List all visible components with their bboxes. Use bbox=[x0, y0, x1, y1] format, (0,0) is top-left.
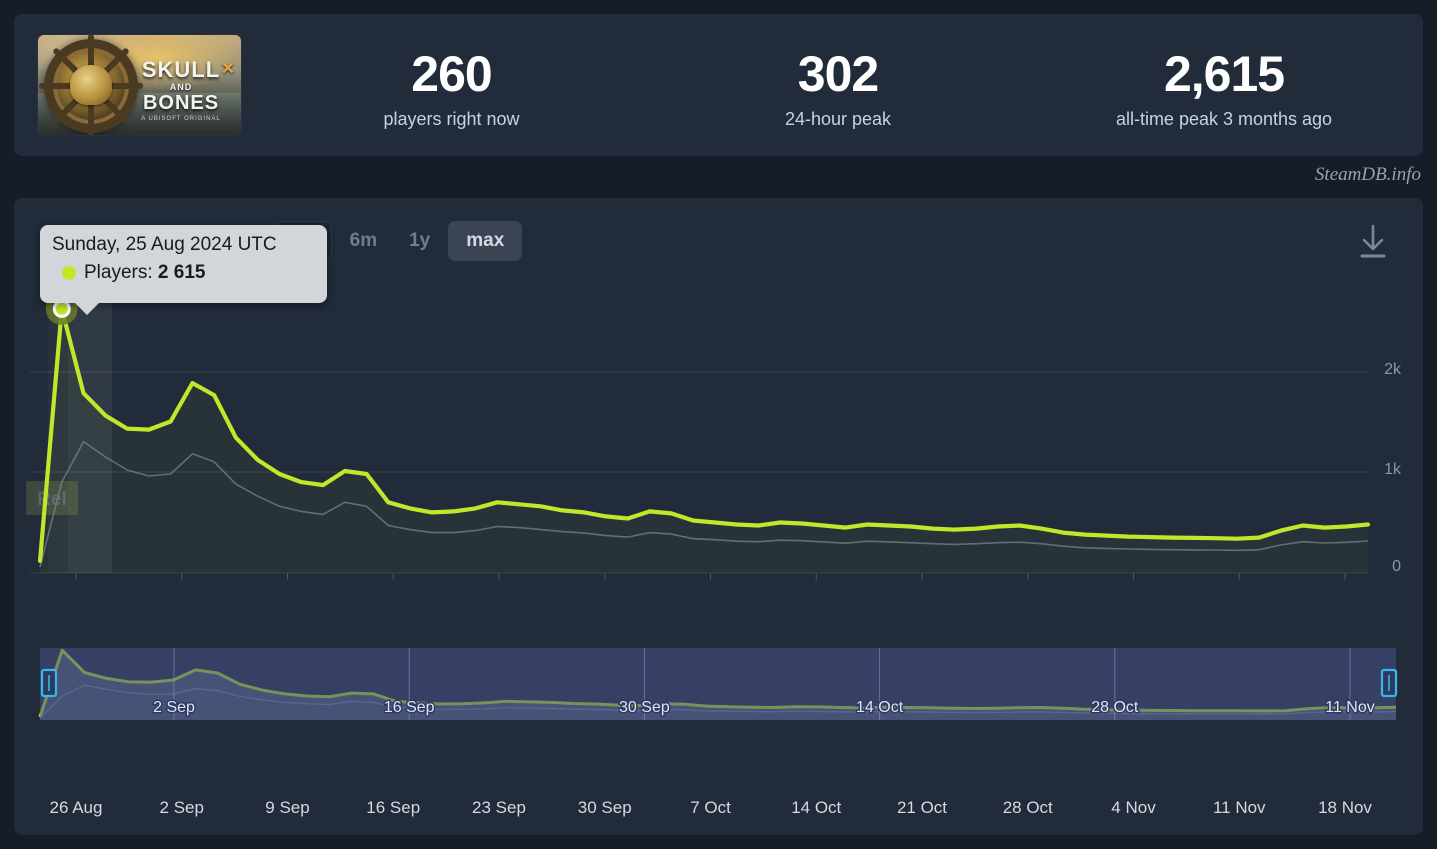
crossed-bones-icon: ✕ bbox=[220, 59, 235, 78]
svg-text:2 Sep: 2 Sep bbox=[153, 699, 195, 716]
stat-value: 302 bbox=[797, 46, 879, 102]
x-axis-tick-9: 21 Oct bbox=[896, 798, 948, 817]
x-axis-tick-5: 23 Sep bbox=[472, 798, 526, 817]
tooltip-date: Sunday, 25 Aug 2024 UTC bbox=[52, 234, 277, 255]
stat-label: 24-hour peak bbox=[784, 108, 892, 129]
game-logo-skull: SKULL bbox=[141, 57, 221, 82]
steamdb-app-page: SKULL AND BONES A UBISOFT ORIGINAL ✕ 260… bbox=[0, 0, 1437, 849]
x-axis-tick-8: 14 Oct bbox=[791, 798, 842, 817]
x-axis-tick-2: 2 Sep bbox=[159, 798, 204, 817]
x-axis-tick-3: 9 Sep bbox=[265, 798, 310, 817]
tooltip-series-label: Players: bbox=[84, 262, 153, 283]
steamdb-watermark: SteamDB.info bbox=[1314, 164, 1421, 185]
skull-icon bbox=[70, 65, 112, 105]
tooltip-series-dot bbox=[62, 266, 76, 280]
tooltip-series-value: 2 615 bbox=[157, 262, 206, 283]
svg-text:30 Sep: 30 Sep bbox=[619, 699, 670, 716]
svg-text:11 Nov: 11 Nov bbox=[1325, 699, 1375, 716]
x-axis-tick-11: 4 Nov bbox=[1111, 798, 1156, 817]
x-axis-tick-7: 7 Oct bbox=[690, 798, 731, 817]
stat-players-right-now: 260 players right now bbox=[269, 48, 634, 130]
game-logo: SKULL AND BONES A UBISOFT ORIGINAL bbox=[126, 57, 236, 123]
svg-text:14 Oct: 14 Oct bbox=[856, 699, 904, 716]
game-logo-bones: BONES bbox=[142, 92, 220, 114]
game-logo-and: AND bbox=[169, 82, 193, 92]
game-logo-publisher: A UBISOFT ORIGINAL bbox=[141, 116, 221, 122]
tooltip-arrow bbox=[74, 302, 100, 315]
game-capsule-image[interactable]: SKULL AND BONES A UBISOFT ORIGINAL ✕ bbox=[38, 35, 241, 135]
x-axis-tick-10: 28 Oct bbox=[1002, 798, 1053, 817]
x-axis-tick-12: 11 Nov bbox=[1212, 798, 1266, 817]
y-axis-tick-2k: 2k bbox=[1384, 361, 1401, 378]
svg-text:28 Oct: 28 Oct bbox=[1091, 699, 1139, 716]
stat-24-hour-peak: 302 24-hour peak bbox=[659, 48, 1017, 130]
x-axis-tick-4: 16 Sep bbox=[366, 798, 421, 817]
stats-card: SKULL AND BONES A UBISOFT ORIGINAL ✕ 260… bbox=[14, 14, 1423, 156]
stat-value: 260 bbox=[411, 46, 492, 102]
y-axis-tick-0: 0 bbox=[1392, 558, 1401, 575]
x-axis-tick-6: 30 Sep bbox=[577, 798, 632, 817]
y-axis-tick-1k: 1k bbox=[1384, 461, 1401, 478]
stat-all-time-peak: 2,615 all-time peak 3 months ago bbox=[1034, 48, 1414, 130]
tooltip-series-text: Players: 2 615 bbox=[84, 262, 205, 284]
tooltip-series-row: Players: 2 615 bbox=[62, 262, 315, 284]
x-axis-tick-13: 18 Nov bbox=[1318, 798, 1372, 817]
stat-label: players right now bbox=[383, 108, 520, 129]
stat-label: all-time peak 3 months ago bbox=[1115, 108, 1333, 129]
x-axis-tick-1: 26 Aug bbox=[49, 798, 103, 817]
chart-tooltip: Sunday, 25 Aug 2024 UTC Players: 2 615 bbox=[40, 225, 327, 315]
svg-text:16 Sep: 16 Sep bbox=[384, 699, 435, 716]
stat-value: 2,615 bbox=[1163, 46, 1285, 102]
